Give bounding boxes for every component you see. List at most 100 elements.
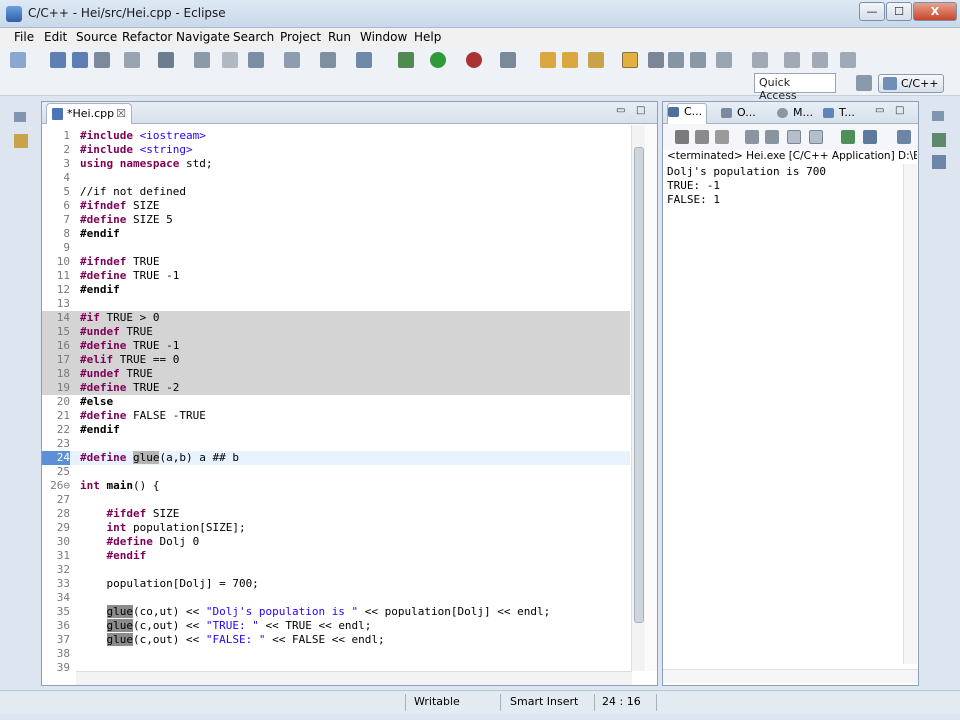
menu-source[interactable]: Source: [76, 30, 117, 44]
code-line: 36 glue(c,out) << "TRUE: " << TRUE << en…: [56, 619, 372, 632]
minimize-button[interactable]: —: [859, 2, 885, 21]
perspective-label: C/C++: [901, 77, 939, 90]
project-explorer-icon[interactable]: [14, 134, 28, 148]
terminate-icon[interactable]: [675, 130, 689, 144]
minimize-editor-icon[interactable]: ▭: [616, 106, 628, 118]
quick-access-input[interactable]: Quick Access: [754, 73, 836, 102]
clear-console-icon[interactable]: [745, 130, 759, 144]
cursor-icon[interactable]: [222, 52, 238, 68]
new-folder-icon[interactable]: [284, 52, 300, 68]
menu-edit[interactable]: Edit: [44, 30, 67, 44]
maximize-button[interactable]: ☐: [886, 2, 912, 21]
new-file-icon[interactable]: [248, 52, 264, 68]
code-line: 3 using namespace std;: [63, 157, 213, 170]
tab-make-target[interactable]: M...: [777, 105, 813, 121]
minimize-console-icon[interactable]: ▭: [875, 106, 887, 118]
open-resource-icon[interactable]: [588, 52, 604, 68]
maximize-editor-icon[interactable]: □: [636, 106, 648, 118]
build-icon[interactable]: [124, 52, 140, 68]
paragraph-icon[interactable]: [690, 52, 706, 68]
console-vertical-scrollbar[interactable]: [903, 164, 917, 664]
tab-outline[interactable]: O...: [721, 105, 756, 121]
tab-console[interactable]: C...: [667, 103, 708, 124]
code-line-inactive: 18 #undef TRUE: [42, 367, 630, 381]
menu-help[interactable]: Help: [414, 30, 441, 44]
save-all-icon[interactable]: [72, 52, 88, 68]
outline-view-icon[interactable]: [932, 155, 946, 169]
tab-tasks[interactable]: T...: [823, 105, 855, 121]
restore-icon[interactable]: [14, 112, 26, 122]
menu-navigate[interactable]: Navigate: [176, 30, 230, 44]
menu-run[interactable]: Run: [328, 30, 351, 44]
open-type-icon[interactable]: [540, 52, 556, 68]
debug-view-icon[interactable]: [932, 133, 946, 147]
display-console-icon[interactable]: [863, 130, 877, 144]
run-icon[interactable]: [430, 52, 446, 68]
menu-search[interactable]: Search: [233, 30, 274, 44]
show-on-output-icon[interactable]: [787, 130, 801, 144]
external-tools-icon[interactable]: [466, 52, 482, 68]
next-annotation-icon[interactable]: [752, 52, 768, 68]
code-area[interactable]: 1 #include <iostream> 2 #include <string> …: [42, 125, 630, 671]
editor-vertical-scrollbar[interactable]: [631, 125, 645, 671]
save-icon[interactable]: [50, 52, 66, 68]
perspective-cpp-button[interactable]: C/C++: [878, 74, 944, 93]
pin-console-icon[interactable]: [841, 130, 855, 144]
menu-file[interactable]: File: [14, 30, 34, 44]
open-perspective-icon[interactable]: [856, 75, 872, 91]
close-tab-icon[interactable]: ☒: [116, 104, 126, 123]
editor-tab-hei-cpp[interactable]: *Hei.cpp ☒: [46, 103, 132, 124]
new-class-icon[interactable]: [194, 52, 210, 68]
code-line-inactive: 19 #define TRUE -2: [42, 381, 630, 395]
code-line: 1 #include <iostream>: [63, 129, 206, 142]
build-target-icon[interactable]: [158, 52, 174, 68]
code-line: 2 #include <string>: [63, 143, 193, 156]
show-on-error-icon[interactable]: [809, 130, 823, 144]
scroll-lock-icon[interactable]: [765, 130, 779, 144]
open-console-icon[interactable]: [897, 130, 911, 144]
status-divider: [500, 694, 501, 711]
right-trim-stack: [924, 101, 956, 181]
editor-tab-bar: *Hei.cpp ☒ ▭ □: [42, 102, 657, 124]
status-insert-mode: Smart Insert: [510, 695, 579, 708]
remove-launch-icon[interactable]: [695, 130, 709, 144]
code-line: 37 glue(c,out) << "FALSE: " << FALSE << …: [56, 633, 385, 646]
restore-right-icon[interactable]: [932, 111, 944, 121]
code-line-inactive: 16 #define TRUE -1: [42, 339, 630, 353]
search-icon[interactable]: [356, 52, 372, 68]
maximize-console-icon[interactable]: □: [895, 106, 907, 118]
print-icon[interactable]: [94, 52, 110, 68]
editor-scroll-thumb[interactable]: [634, 147, 644, 623]
status-writable: Writable: [414, 695, 460, 708]
toggle-mark-occurrences-icon[interactable]: [622, 52, 638, 68]
annotation-icon[interactable]: [716, 52, 732, 68]
window-title: C/C++ - Hei/src/Hei.cpp - Eclipse: [28, 6, 226, 20]
code-line: 27: [56, 493, 70, 506]
tasks-icon: [823, 108, 834, 118]
open-element-icon[interactable]: [562, 52, 578, 68]
menu-refactor[interactable]: Refactor: [122, 30, 172, 44]
back-icon[interactable]: [784, 52, 800, 68]
debug-icon[interactable]: [398, 52, 414, 68]
forward-icon[interactable]: [812, 52, 828, 68]
remove-all-terminated-icon[interactable]: [715, 130, 729, 144]
editor-pane: *Hei.cpp ☒ ▭ □ 1 #include <iostream> 2 #in…: [41, 101, 658, 686]
cpp-file-icon: [52, 108, 63, 120]
menu-project[interactable]: Project: [280, 30, 321, 44]
editor-horizontal-scrollbar[interactable]: [76, 671, 632, 685]
overview-ruler[interactable]: [646, 125, 657, 671]
menu-window[interactable]: Window: [360, 30, 407, 44]
show-whitespace-icon[interactable]: [668, 52, 684, 68]
left-trim-stack: [6, 104, 36, 154]
code-line: 39: [56, 661, 70, 671]
profile-icon[interactable]: [500, 52, 516, 68]
toggle-block-icon[interactable]: [648, 52, 664, 68]
code-line: 30 #define Dolj 0: [56, 535, 200, 548]
new-source-icon[interactable]: [320, 52, 336, 68]
console-output[interactable]: Dolj's population is 700 TRUE: -1 FALSE:…: [667, 165, 826, 207]
outline-icon: [721, 108, 732, 118]
last-edit-icon[interactable]: [840, 52, 856, 68]
new-icon[interactable]: [10, 52, 26, 68]
console-horizontal-scrollbar[interactable]: [663, 669, 918, 683]
close-button[interactable]: X: [913, 2, 957, 21]
